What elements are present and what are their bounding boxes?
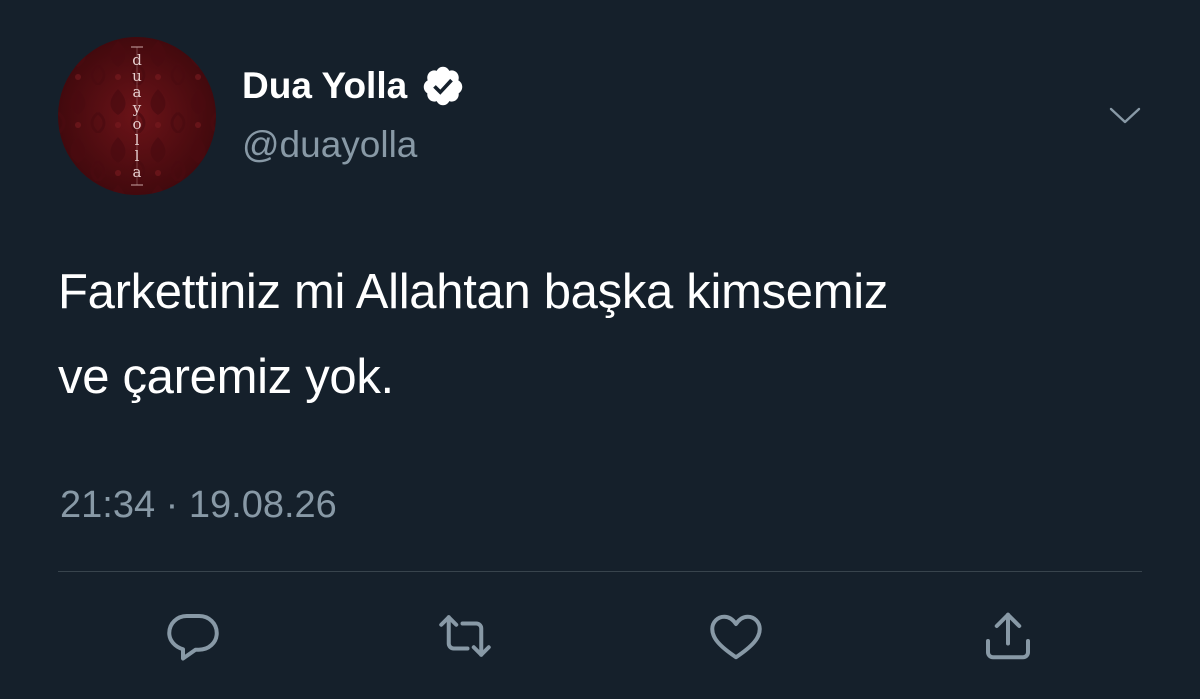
heart-icon[interactable] xyxy=(706,606,766,666)
avatar[interactable]: duayolla xyxy=(58,37,216,195)
user-handle[interactable]: @duayolla xyxy=(242,124,417,166)
divider xyxy=(58,571,1142,572)
tweet-text-line: ve çaremiz yok. xyxy=(58,350,394,404)
chevron-down-icon[interactable] xyxy=(1106,100,1144,130)
retweet-icon[interactable] xyxy=(435,606,495,666)
tweet-text: Farkettiniz mi Allahtan başka kimsemiz v… xyxy=(58,250,1158,420)
tweet-timestamp[interactable]: 21:34 · 19.08.26 xyxy=(60,484,337,527)
display-name[interactable]: Dua Yolla xyxy=(242,64,465,108)
meta-separator: · xyxy=(165,484,179,526)
tweet-time: 21:34 xyxy=(60,484,156,526)
tweet-text-line: Farkettiniz mi Allahtan başka kimsemiz xyxy=(58,265,889,319)
share-icon[interactable] xyxy=(978,606,1038,666)
reply-icon[interactable] xyxy=(163,606,223,666)
tweet-date: 19.08.26 xyxy=(188,484,337,526)
display-name-text: Dua Yolla xyxy=(242,65,408,106)
avatar-letter: a xyxy=(133,163,142,181)
verified-badge-icon xyxy=(421,64,465,108)
